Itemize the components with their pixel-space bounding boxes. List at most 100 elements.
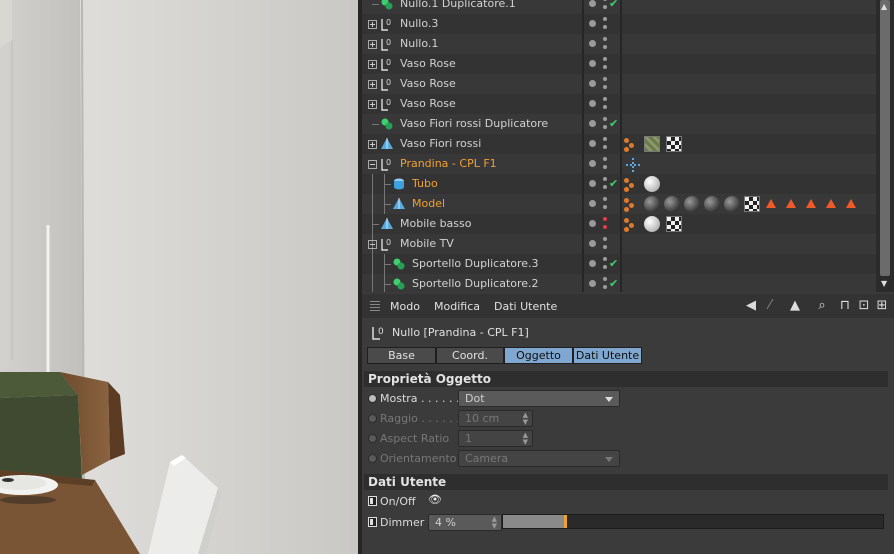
object-name[interactable]: Prandina - CPL F1 <box>400 157 497 170</box>
animate-radio[interactable] <box>368 394 377 403</box>
object-name[interactable]: Tubo <box>412 177 438 190</box>
menu-modo[interactable]: Modo <box>390 300 420 313</box>
expand-icon[interactable] <box>368 100 377 109</box>
stepper-icon[interactable]: ▲ ▼ <box>523 412 528 426</box>
editor-visibility-dot[interactable] <box>603 157 607 161</box>
editor-visibility-dot[interactable] <box>603 257 607 261</box>
object-row[interactable]: Mobile basso <box>362 214 876 234</box>
object-name[interactable]: Vaso Rose <box>400 97 456 110</box>
phong-tag-icon[interactable] <box>624 176 636 192</box>
object-name[interactable]: Vaso Fiori rossi <box>400 137 481 150</box>
aspect-ratio-field[interactable]: 1 ▲ ▼ <box>458 430 533 447</box>
expand-icon[interactable] <box>368 80 377 89</box>
object-name[interactable]: Nullo.1 Duplicatore.1 <box>400 0 516 10</box>
animate-radio[interactable] <box>368 414 377 423</box>
texture-tag-icon[interactable] <box>666 216 682 232</box>
object-row[interactable]: 0 Vaso Rose <box>362 74 876 94</box>
editor-visibility-dot[interactable] <box>603 97 607 101</box>
eye-icon[interactable]: 👁 <box>428 493 442 506</box>
object-row[interactable]: 0 Nullo.3 <box>362 14 876 34</box>
selection-tag-icon[interactable] <box>826 199 836 208</box>
selection-tag-icon[interactable] <box>786 199 796 208</box>
raggio-field[interactable]: 10 cm ▲ ▼ <box>458 410 533 427</box>
dimmer-slider[interactable] <box>502 514 884 529</box>
texture-tag-icon[interactable] <box>744 196 760 212</box>
render-visibility-dot[interactable] <box>603 165 607 169</box>
visibility-dot[interactable] <box>589 120 596 127</box>
scroll-up-icon[interactable]: ▲ <box>881 2 887 11</box>
tab-base[interactable]: Base <box>367 347 436 364</box>
texture-tag-icon[interactable] <box>666 136 682 152</box>
material-tag-icon[interactable] <box>704 196 720 212</box>
animate-radio[interactable] <box>368 454 377 463</box>
object-row[interactable]: Sportello Duplicatore.3 ✔ <box>362 254 876 274</box>
collapse-icon[interactable] <box>368 160 377 169</box>
menu-modifica[interactable]: Modifica <box>434 300 480 313</box>
render-visibility-dot[interactable] <box>603 45 607 49</box>
keyframe-icon[interactable] <box>368 517 377 527</box>
material-tag-icon[interactable] <box>724 196 740 212</box>
target-tag-icon[interactable] <box>626 156 640 172</box>
visibility-dot[interactable] <box>589 200 596 207</box>
visibility-dot[interactable] <box>589 140 596 147</box>
editor-visibility-dot[interactable] <box>603 77 607 81</box>
scrollbar-thumb[interactable] <box>880 0 890 276</box>
phong-tag-icon[interactable] <box>624 136 636 152</box>
render-visibility-dot[interactable] <box>603 85 607 89</box>
render-visibility-dot[interactable] <box>603 145 607 149</box>
visibility-dot[interactable] <box>589 280 596 287</box>
object-row[interactable]: 0 Prandina - CPL F1 <box>362 154 876 174</box>
object-row[interactable]: Nullo.1 Duplicatore.1 ✔ <box>362 0 876 14</box>
visibility-dot[interactable] <box>589 260 596 267</box>
expand-icon[interactable] <box>368 40 377 49</box>
editor-visibility-dot[interactable] <box>603 197 607 201</box>
material-tag-icon[interactable] <box>644 136 660 152</box>
enabled-check-icon[interactable]: ✔ <box>609 0 618 10</box>
editor-visibility-dot[interactable] <box>603 117 607 121</box>
object-row[interactable]: Model <box>362 194 876 214</box>
enabled-check-icon[interactable]: ✔ <box>609 177 618 190</box>
phong-tag-icon[interactable] <box>624 216 636 232</box>
render-visibility-dot[interactable] <box>603 25 607 29</box>
visibility-dot[interactable] <box>589 240 596 247</box>
phong-tag-icon[interactable] <box>624 196 636 212</box>
expand-icon[interactable] <box>368 20 377 29</box>
lock-icon[interactable]: ⊓ <box>837 298 853 314</box>
editor-visibility-dot[interactable] <box>603 137 607 141</box>
editor-visibility-dot[interactable] <box>603 177 607 181</box>
object-row[interactable]: Tubo ✔ <box>362 174 876 194</box>
object-row[interactable]: 0 Vaso Rose <box>362 54 876 74</box>
selection-tag-icon[interactable] <box>766 199 776 208</box>
editor-visibility-dot[interactable] <box>603 237 607 241</box>
scroll-down-icon[interactable]: ▼ <box>881 279 887 288</box>
object-name[interactable]: Nullo.1 <box>400 37 438 50</box>
stepper-icon[interactable]: ▲ ▼ <box>492 516 497 530</box>
visibility-dot[interactable] <box>589 220 596 227</box>
object-name[interactable]: Mobile basso <box>400 217 472 230</box>
tab-coord[interactable]: Coord. <box>436 347 504 364</box>
visibility-dot[interactable] <box>589 40 596 47</box>
collapse-icon[interactable] <box>368 240 377 249</box>
up-arrow-icon[interactable]: ▲ <box>787 298 803 314</box>
editor-visibility-dot[interactable] <box>603 37 607 41</box>
object-row[interactable]: Sportello Duplicatore.2 ✔ <box>362 274 876 292</box>
object-row[interactable]: 0 Mobile TV <box>362 234 876 254</box>
animate-radio[interactable] <box>368 434 377 443</box>
selection-tag-icon[interactable] <box>846 199 856 208</box>
editor-visibility-dot[interactable] <box>603 57 607 61</box>
visibility-dot[interactable] <box>589 20 596 27</box>
tab-dati-utente[interactable]: Dati Utente <box>573 347 642 364</box>
object-name[interactable]: Sportello Duplicatore.2 <box>412 277 539 290</box>
render-visibility-dot[interactable] <box>603 245 607 249</box>
object-name[interactable]: Mobile TV <box>400 237 454 250</box>
tab-oggetto[interactable]: Oggetto <box>504 347 573 364</box>
object-name[interactable]: Vaso Rose <box>400 57 456 70</box>
object-row[interactable]: Vaso Fiori rossi <box>362 134 876 154</box>
slider-knob[interactable] <box>564 515 567 528</box>
material-tag-icon[interactable] <box>664 196 680 212</box>
3d-viewport[interactable] <box>0 0 358 554</box>
visibility-dot[interactable] <box>589 160 596 167</box>
mostra-dropdown[interactable]: Dot <box>458 390 620 407</box>
object-row[interactable]: 0 Vaso Rose <box>362 94 876 114</box>
visibility-dot[interactable] <box>589 60 596 67</box>
